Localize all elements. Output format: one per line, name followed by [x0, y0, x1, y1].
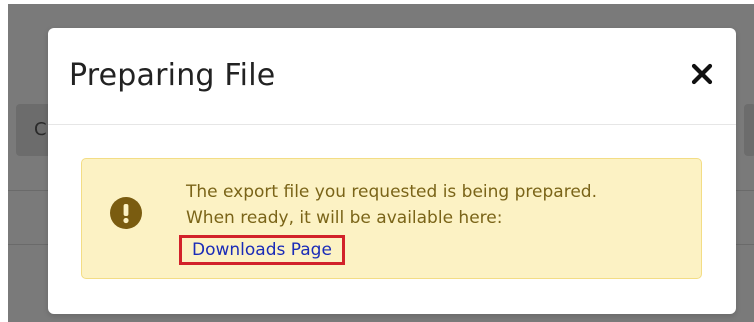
- modal-header: Preparing File: [48, 28, 736, 125]
- downloads-page-link[interactable]: Downloads Page: [179, 235, 345, 265]
- background-button-label: C: [34, 119, 47, 140]
- close-icon: [691, 63, 713, 85]
- alert-line-1: The export file you requested is being p…: [186, 182, 597, 202]
- alert-message: The export file you requested is being p…: [186, 179, 686, 231]
- background-button-right: [744, 104, 754, 156]
- close-button[interactable]: [684, 56, 720, 92]
- export-alert: The export file you requested is being p…: [81, 158, 702, 279]
- alert-line-2: When ready, it will be available here:: [186, 208, 503, 228]
- modal-title: Preparing File: [69, 58, 276, 93]
- exclamation-circle-icon: [110, 197, 142, 229]
- preparing-file-modal: Preparing File The export file you reque…: [48, 28, 736, 314]
